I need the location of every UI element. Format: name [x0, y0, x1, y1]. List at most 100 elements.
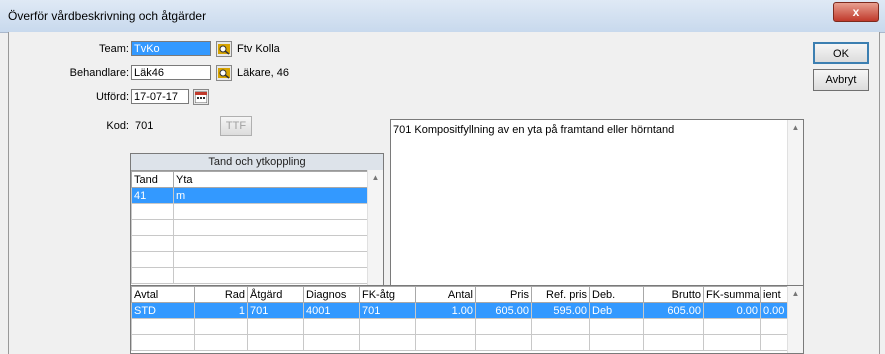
table-row[interactable]: 41 m — [131, 187, 369, 204]
cell[interactable] — [173, 251, 369, 268]
tooth-panel-title: Tand och ytkoppling — [131, 154, 383, 171]
column-header[interactable]: Deb. — [589, 286, 644, 303]
window-title: Överför vårdbeskrivning och åtgärder — [8, 9, 207, 23]
column-header[interactable]: FK-summa — [703, 286, 761, 303]
column-header[interactable]: ient — [760, 286, 789, 303]
tooth-surface-panel: Tand och ytkoppling Tand Yta 41m ▲ ▼ — [130, 153, 384, 307]
behandlare-label: Behandlare: — [69, 67, 129, 79]
cell[interactable]: 41 — [131, 187, 174, 204]
cell[interactable] — [131, 267, 174, 284]
table-row[interactable] — [131, 203, 369, 220]
cell[interactable] — [475, 318, 532, 335]
scroll-up-icon[interactable]: ▲ — [368, 170, 383, 185]
cell[interactable]: 0.00 — [703, 302, 761, 319]
cell[interactable] — [359, 334, 416, 351]
cell[interactable] — [359, 318, 416, 335]
calendar-icon — [195, 91, 207, 103]
table-row[interactable] — [131, 318, 789, 335]
column-header[interactable]: Tand — [131, 171, 174, 188]
kod-label: Kod: — [106, 120, 129, 132]
table-row[interactable] — [131, 251, 369, 268]
cell[interactable] — [173, 235, 369, 252]
cell[interactable] — [131, 219, 174, 236]
cell[interactable] — [703, 318, 761, 335]
team-lookup-button[interactable] — [216, 41, 232, 57]
dialog-body: Team: TvKo Ftv Kolla Behandlare: Läk46 L… — [8, 32, 880, 354]
cell[interactable]: 701 — [359, 302, 416, 319]
cancel-button[interactable]: Avbryt — [813, 69, 869, 91]
cell[interactable] — [703, 334, 761, 351]
cell[interactable] — [589, 334, 644, 351]
cell[interactable]: 595.00 — [531, 302, 590, 319]
column-header[interactable]: Ref. pris — [531, 286, 590, 303]
column-header[interactable]: Yta — [173, 171, 369, 188]
description-textarea[interactable]: 701 Kompositfyllning av en yta på framta… — [390, 119, 804, 307]
column-header[interactable]: Rad — [194, 286, 248, 303]
table-row[interactable] — [131, 267, 369, 284]
ok-button[interactable]: OK — [813, 42, 869, 64]
team-name: Ftv Kolla — [237, 43, 280, 55]
team-label: Team: — [99, 43, 129, 55]
cell[interactable] — [131, 334, 195, 351]
behandlare-lookup-button[interactable] — [216, 65, 232, 81]
column-header[interactable]: Avtal — [131, 286, 195, 303]
utford-date-input[interactable]: 17-07-17 — [131, 89, 189, 104]
cell[interactable] — [303, 334, 360, 351]
column-header[interactable]: Brutto — [643, 286, 704, 303]
cell[interactable]: 701 — [247, 302, 304, 319]
column-header[interactable]: FK-åtg — [359, 286, 416, 303]
utford-label: Utförd: — [95, 91, 129, 103]
cell[interactable] — [760, 334, 789, 351]
column-header[interactable]: Antal — [415, 286, 476, 303]
table-row[interactable] — [131, 334, 789, 351]
description-text: 701 Kompositfyllning av en yta på framta… — [393, 124, 675, 136]
column-header[interactable]: Diagnos — [303, 286, 360, 303]
cell[interactable] — [643, 318, 704, 335]
cell[interactable]: 1 — [194, 302, 248, 319]
cell[interactable] — [194, 334, 248, 351]
cell[interactable]: 605.00 — [643, 302, 704, 319]
cell[interactable]: 0.00 — [760, 302, 789, 319]
cell[interactable] — [247, 318, 304, 335]
team-input[interactable]: TvKo — [131, 41, 211, 56]
cell[interactable]: m — [173, 187, 369, 204]
cell[interactable] — [194, 318, 248, 335]
cell[interactable]: 4001 — [303, 302, 360, 319]
table-row[interactable] — [131, 235, 369, 252]
behandlare-input[interactable]: Läk46 — [131, 65, 211, 80]
cell[interactable] — [173, 203, 369, 220]
scroll-up-icon[interactable]: ▲ — [788, 286, 803, 301]
kod-value: 701 — [135, 120, 154, 132]
cell[interactable] — [475, 334, 532, 351]
cell[interactable] — [643, 334, 704, 351]
cell[interactable]: Deb — [589, 302, 644, 319]
cell[interactable] — [531, 318, 590, 335]
description-scrollbar[interactable]: ▲ ▼ — [787, 120, 803, 306]
cell[interactable] — [589, 318, 644, 335]
cell[interactable] — [173, 219, 369, 236]
close-button[interactable]: x — [833, 2, 879, 22]
behandlare-name: Läkare, 46 — [237, 67, 289, 79]
cell[interactable] — [415, 334, 476, 351]
cell[interactable] — [131, 235, 174, 252]
table-row[interactable] — [131, 219, 369, 236]
cell[interactable]: 1.00 — [415, 302, 476, 319]
cell[interactable] — [760, 318, 789, 335]
cell[interactable] — [131, 251, 174, 268]
cell[interactable] — [415, 318, 476, 335]
cell[interactable]: STD — [131, 302, 195, 319]
table-row[interactable]: STD 1 701 4001 701 1.00 605.00 595.00 De… — [131, 302, 789, 319]
cell[interactable] — [531, 334, 590, 351]
cell[interactable] — [131, 203, 174, 220]
cell[interactable] — [247, 334, 304, 351]
column-header[interactable]: Pris — [475, 286, 532, 303]
cell[interactable] — [131, 318, 195, 335]
calendar-button[interactable] — [193, 89, 209, 105]
column-header[interactable]: Åtgärd — [247, 286, 304, 303]
actions-grid-scrollbar[interactable]: ▲ — [787, 286, 803, 353]
ttf-button[interactable]: TTF — [220, 116, 252, 136]
cell[interactable] — [173, 267, 369, 284]
scroll-up-icon[interactable]: ▲ — [788, 120, 803, 135]
cell[interactable] — [303, 318, 360, 335]
cell[interactable]: 605.00 — [475, 302, 532, 319]
